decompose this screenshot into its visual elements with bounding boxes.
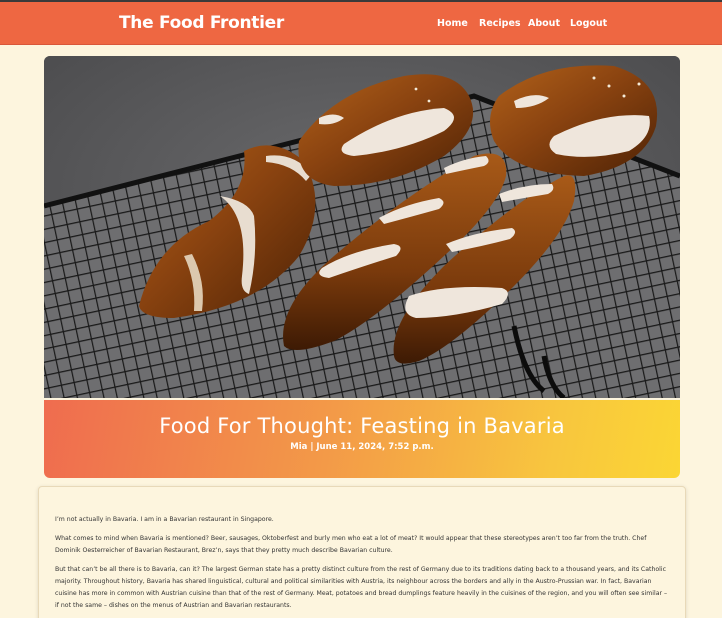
nav-about-link[interactable]: About	[528, 18, 560, 29]
post-header: Food For Thought: Feasting in Bavaria Mi…	[44, 400, 680, 478]
article-body: I’m not actually in Bavaria. I am in a B…	[38, 486, 686, 618]
pretzel-bread-photo	[44, 56, 680, 398]
hero-image	[44, 56, 680, 398]
article-paragraph: I’m not actually in Bavaria. I am in a B…	[55, 516, 274, 523]
navbar: The Food Frontier Home Recipes About Log…	[0, 0, 722, 45]
post-meta: Mia | June 11, 2024, 7:52 p.m.	[290, 442, 434, 452]
nav-home-link[interactable]: Home	[437, 18, 468, 29]
nav-recipes-link[interactable]: Recipes	[479, 18, 521, 29]
brand-logo-link[interactable]: The Food Frontier	[119, 13, 284, 33]
post-title: Food For Thought: Feasting in Bavaria	[159, 414, 565, 438]
article-paragraph: What comes to mind when Bavaria is menti…	[55, 535, 647, 554]
article-paragraph: But that can’t be all there is to Bavari…	[55, 566, 668, 609]
nav-logout-link[interactable]: Logout	[570, 18, 607, 29]
